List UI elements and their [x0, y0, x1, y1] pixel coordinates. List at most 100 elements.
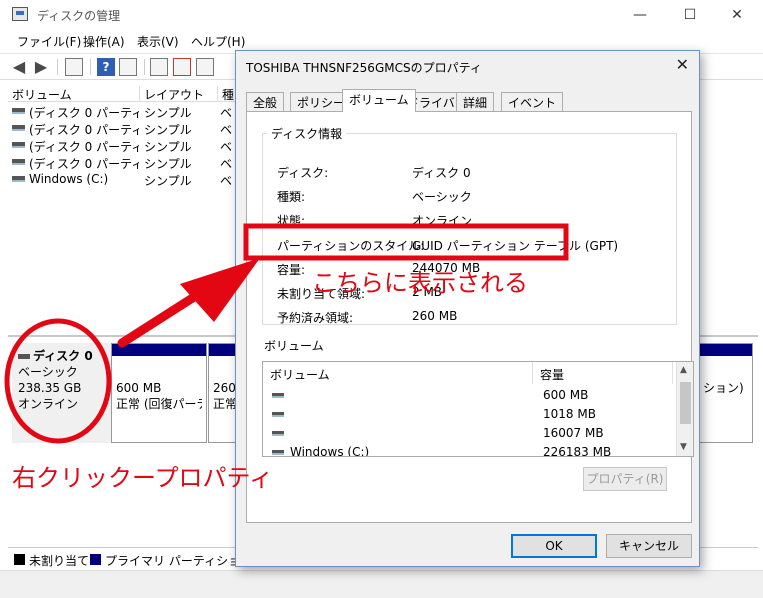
legend-swatch-primary — [90, 554, 101, 565]
disk-info-title: ディスク情報 — [267, 125, 347, 142]
column-volume[interactable]: ボリューム — [263, 362, 533, 384]
table-row[interactable]: 16007 MB — [263, 424, 663, 443]
help-icon[interactable]: ? — [97, 58, 115, 76]
minimize-button[interactable]: — — [617, 4, 663, 26]
menu-file[interactable]: ファイル(F) — [17, 33, 81, 50]
maximize-button[interactable]: ☐ — [667, 4, 713, 26]
tab-volumes[interactable]: ボリューム — [342, 89, 416, 112]
vertical-scrollbar[interactable]: ▲ ▼ — [676, 362, 693, 456]
scroll-up-icon[interactable]: ▲ — [680, 365, 687, 375]
disk-status: オンライン — [18, 397, 79, 411]
volume-layout: シンプル — [144, 174, 192, 188]
toolbar-separator — [90, 59, 91, 75]
table-row[interactable]: Windows (C:) 226183 MB — [263, 443, 663, 457]
scroll-thumb[interactable] — [680, 382, 691, 424]
tab-details[interactable]: 詳細 — [456, 92, 495, 111]
volume-icon — [272, 431, 284, 436]
volume-list-header: ボリューム レイアウト 種 — [8, 84, 238, 102]
volumes-label: ボリューム — [264, 339, 324, 353]
column-layout[interactable]: レイアウト — [140, 86, 218, 102]
prop-status-value: オンライン — [412, 214, 473, 228]
toolbar-separator — [57, 59, 58, 75]
table-row[interactable]: 600 MB — [263, 386, 663, 405]
partition-efi[interactable]: 260 正常 — [208, 343, 238, 443]
list-item[interactable]: (ディスク 0 パーティシ... シンプル ベ — [8, 154, 238, 171]
legend-unallocated: 未割り当て — [29, 554, 90, 568]
volume-name: (ディスク 0 パーティシ... — [29, 106, 139, 120]
legend-swatch-unallocated — [14, 554, 25, 565]
prop-capacity-label: 容量: — [277, 263, 306, 277]
ok-button[interactable]: OK — [511, 534, 597, 558]
dialog-title: TOSHIBA THNSNF256GMCSのプロパティ — [246, 61, 482, 75]
partition-recovery[interactable]: 600 MB 正常 (回復パーテ — [111, 343, 207, 443]
prop-type-label: 種類: — [277, 190, 306, 204]
right-click-annotation: 右クリックープロパティ — [12, 464, 274, 492]
partition-recovery-2[interactable]: ション) — [698, 343, 753, 443]
cancel-button[interactable]: キャンセル — [606, 534, 692, 558]
volume-name: (ディスク 0 パーティシ... — [29, 140, 139, 154]
volume-properties-button[interactable]: プロパティ(R) — [583, 467, 667, 491]
disk-title: ディスク 0 — [18, 348, 106, 364]
legend-primary: プライマリ パーティション — [105, 554, 253, 568]
volume-name: Windows (C:) — [290, 445, 370, 457]
list-item[interactable]: (ディスク 0 パーティシ... シンプル ベ — [8, 103, 238, 120]
volume-type: ベ — [220, 106, 233, 120]
list-item[interactable]: Windows (C:) シンプル ベ — [8, 171, 238, 188]
prop-status-label: 状態: — [277, 214, 306, 228]
close-button[interactable]: ✕ — [714, 4, 760, 26]
volume-type: ベ — [220, 123, 233, 137]
table-row[interactable]: 1018 MB — [263, 405, 663, 424]
show-hide-tree-icon[interactable] — [65, 58, 83, 76]
disk-type: ベーシック — [18, 365, 78, 379]
volume-list: ボリューム レイアウト 種 (ディスク 0 パーティシ... シンプル ベ (デ… — [8, 84, 238, 334]
list-item[interactable]: (ディスク 0 パーティシ... シンプル ベ — [8, 137, 238, 154]
volume-layout: シンプル — [144, 157, 192, 171]
disk-0-label[interactable]: ディスク 0 ベーシック 238.35 GB オンライン — [12, 343, 112, 443]
disk-size: 238.35 GB — [18, 381, 82, 395]
partition-size: 600 MB — [116, 381, 162, 395]
volume-icon — [12, 142, 25, 148]
forward-arrow-icon[interactable]: ▶ — [32, 58, 50, 76]
partition-status: 正常 (回復パーテ — [116, 397, 203, 411]
scroll-down-icon[interactable]: ▼ — [680, 442, 687, 452]
partition-text: ション) — [703, 380, 752, 396]
dialog-close-icon[interactable]: ✕ — [676, 55, 689, 74]
volume-icon — [12, 159, 25, 165]
partition-text: 600 MB 正常 (回復パーテ — [116, 380, 202, 412]
status-bar — [0, 570, 763, 598]
volume-type: ベ — [220, 140, 233, 154]
prop-partition-style-value: GUID パーティション テーブル (GPT) — [412, 239, 619, 253]
column-volume[interactable]: ボリューム — [8, 86, 140, 102]
menu-action[interactable]: 操作(A) — [83, 33, 125, 50]
volumes-table: ボリューム 容量 600 MB 1018 MB 16007 MB Windows… — [262, 361, 694, 457]
volume-icon — [272, 450, 284, 455]
shown-here-annotation: こちらに表示される — [312, 269, 528, 297]
prop-partition-style-label: パーティションのスタイル: — [277, 239, 425, 253]
list-view-icon[interactable] — [196, 58, 214, 76]
disk-management-icon — [12, 7, 28, 21]
volume-icon — [12, 125, 25, 131]
volume-icon — [12, 108, 25, 114]
volume-icon — [272, 393, 284, 398]
tab-events[interactable]: イベント — [501, 92, 564, 111]
list-item[interactable]: (ディスク 0 パーティシ... シンプル ベ — [8, 120, 238, 137]
connect-icon[interactable] — [150, 58, 168, 76]
volumes-tab-pane: ディスク: ディスク 0 種類: ベーシック 状態: オンライン パーティション… — [246, 111, 694, 523]
tab-general[interactable]: 全般 — [246, 92, 285, 111]
menu-help[interactable]: ヘルプ(H) — [191, 33, 245, 50]
column-capacity[interactable]: 容量 — [533, 362, 673, 384]
window-title: ディスクの管理 — [37, 9, 121, 23]
back-arrow-icon[interactable]: ◀ — [10, 58, 28, 76]
check-icon[interactable] — [173, 58, 191, 76]
menu-bar: ファイル(F) 操作(A) 表示(V) ヘルプ(H) — [0, 30, 763, 52]
volume-layout: シンプル — [144, 106, 192, 120]
volume-size: 226183 MB — [543, 445, 612, 457]
toolbar-separator — [144, 59, 145, 75]
properties-icon[interactable] — [119, 58, 137, 76]
volume-icon — [272, 412, 284, 417]
volume-icon — [12, 176, 25, 182]
volume-layout: シンプル — [144, 140, 192, 154]
prop-disk-value: ディスク 0 — [412, 166, 471, 180]
menu-view[interactable]: 表示(V) — [137, 33, 179, 50]
volume-type: ベ — [220, 157, 233, 171]
